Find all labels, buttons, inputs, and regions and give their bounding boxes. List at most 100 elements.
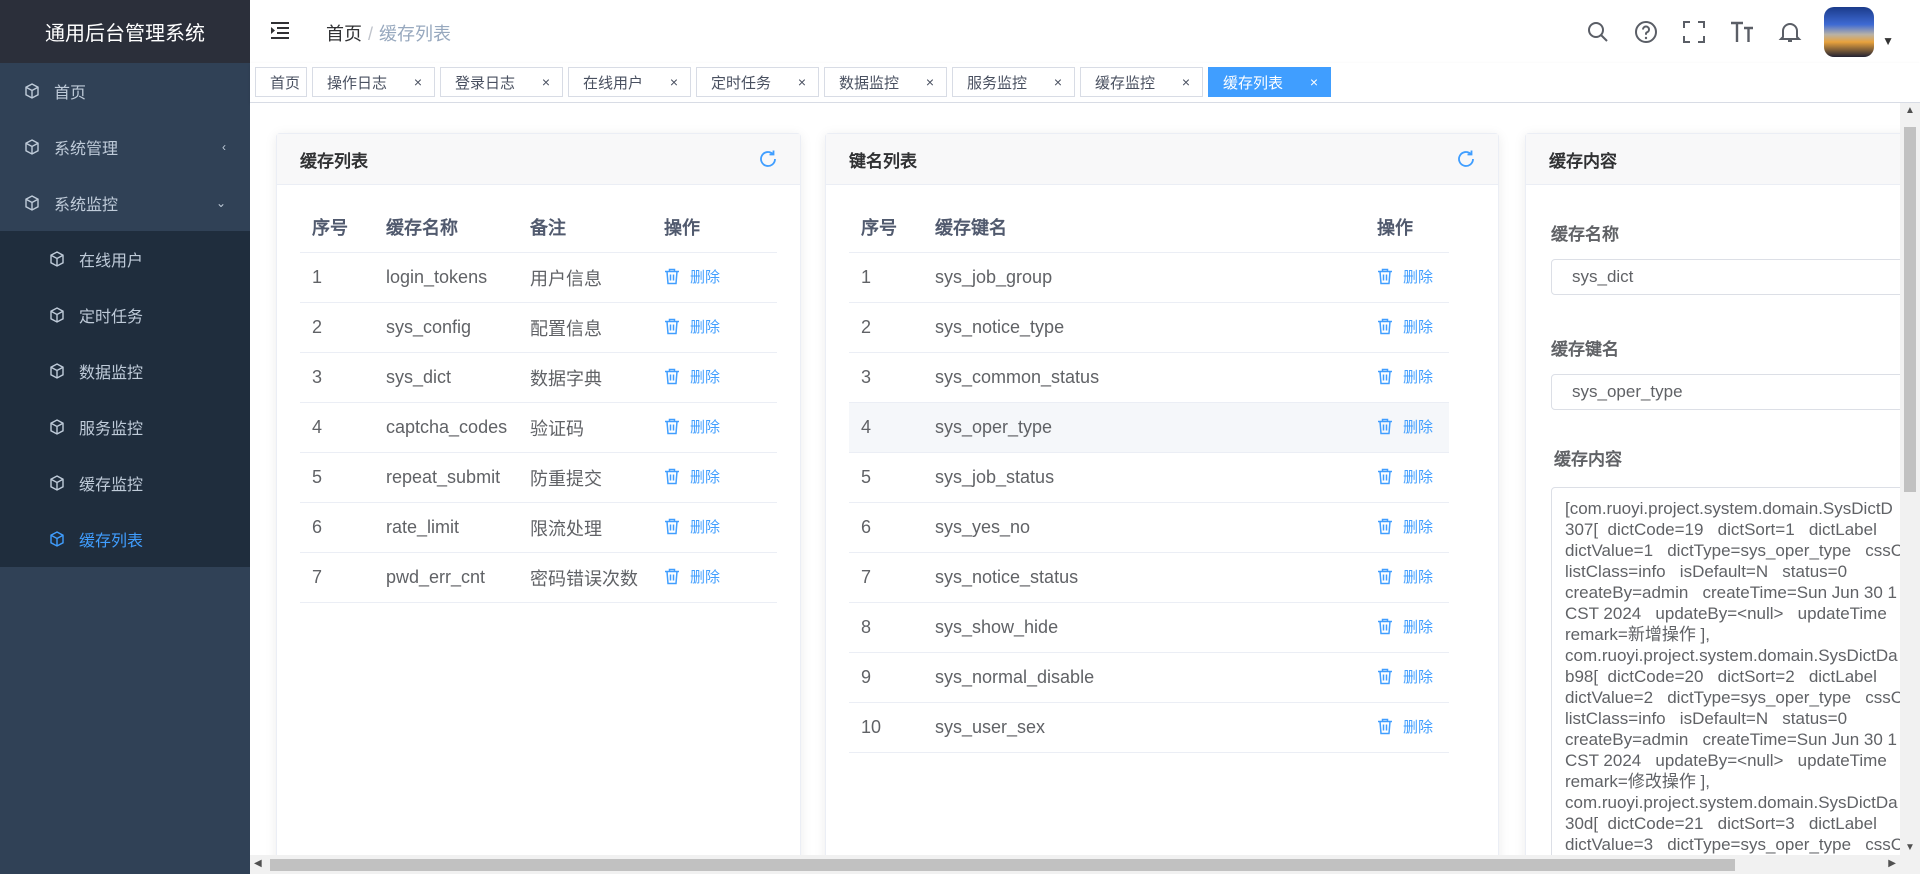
trash-icon: [1377, 668, 1398, 685]
delete-button[interactable]: 删除: [1377, 316, 1433, 337]
cache-content-textarea[interactable]: [com.ruoyi.project.system.domain.SysDict…: [1551, 487, 1900, 855]
close-icon[interactable]: ×: [1054, 74, 1062, 90]
column-header: 缓存名称: [374, 202, 518, 253]
sidebar-subitem[interactable]: 在线用户: [0, 231, 250, 287]
table-row[interactable]: 5 sys_job_status 删除: [849, 452, 1449, 503]
table-row[interactable]: 2 sys_config 配置信息 删除: [300, 302, 777, 353]
table-row[interactable]: 6 sys_yes_no 删除: [849, 502, 1449, 553]
content-line: com.ruoyi.project.system.domain.SysDictD…: [1565, 646, 1898, 665]
table-row[interactable]: 1 login_tokens 用户信息 删除: [300, 252, 777, 303]
table-row[interactable]: 3 sys_dict 数据字典 删除: [300, 352, 777, 403]
breadcrumb-home[interactable]: 首页: [326, 24, 362, 44]
sidebar-subitem-label: 缓存监控: [79, 477, 144, 494]
table-row[interactable]: 7 sys_notice_status 删除: [849, 552, 1449, 603]
sidebar-subitem[interactable]: 定时任务: [0, 287, 250, 343]
cube-icon: [49, 363, 65, 379]
scroll-right-icon[interactable]: ▶: [1888, 858, 1896, 869]
avatar[interactable]: [1824, 6, 1875, 57]
table-row[interactable]: 4 sys_oper_type 删除: [849, 402, 1449, 453]
delete-button[interactable]: 删除: [1377, 466, 1433, 487]
table-row[interactable]: 4 captcha_codes 验证码 删除: [300, 402, 777, 453]
delete-button[interactable]: 删除: [1377, 666, 1433, 687]
tab-page[interactable]: 操作日志 ×: [312, 67, 435, 97]
table-row[interactable]: 7 pwd_err_cnt 密码错误次数 删除: [300, 552, 777, 603]
table-row[interactable]: 6 rate_limit 限流处理 删除: [300, 502, 777, 553]
delete-button[interactable]: 删除: [1377, 616, 1433, 637]
sidebar-subitem[interactable]: 数据监控: [0, 343, 250, 399]
cache-name-input[interactable]: sys_dict: [1551, 259, 1900, 295]
cache-key-input[interactable]: sys_oper_type: [1551, 374, 1900, 410]
cache-remark: 防重提交: [518, 452, 652, 503]
delete-button[interactable]: 删除: [664, 516, 720, 537]
delete-button[interactable]: 删除: [664, 566, 720, 587]
delete-button[interactable]: 删除: [1377, 566, 1433, 587]
delete-button[interactable]: 删除: [664, 466, 720, 487]
fullscreen-icon[interactable]: [1670, 0, 1718, 63]
delete-button[interactable]: 删除: [1377, 366, 1433, 387]
close-icon[interactable]: ×: [542, 74, 550, 90]
chevron-down-icon[interactable]: ▼: [1882, 34, 1894, 48]
refresh-icon[interactable]: [1456, 149, 1476, 174]
search-icon[interactable]: [1574, 0, 1622, 63]
delete-button[interactable]: 删除: [1377, 516, 1433, 537]
sidebar-subitem[interactable]: 缓存列表: [0, 511, 250, 567]
delete-button[interactable]: 删除: [664, 366, 720, 387]
table-row[interactable]: 10 sys_user_sex 删除: [849, 702, 1449, 753]
help-icon[interactable]: [1622, 0, 1670, 63]
delete-button[interactable]: 删除: [1377, 716, 1433, 737]
sidebar-subitem[interactable]: 服务监控: [0, 399, 250, 455]
tab-page[interactable]: 数据监控 ×: [824, 67, 947, 97]
table-row[interactable]: 8 sys_show_hide 删除: [849, 602, 1449, 653]
tab-page[interactable]: 定时任务 ×: [696, 67, 819, 97]
table-row[interactable]: 3 sys_common_status 删除: [849, 352, 1449, 403]
refresh-icon[interactable]: [758, 149, 778, 174]
table-row[interactable]: 1 sys_job_group 删除: [849, 252, 1449, 303]
tab-page[interactable]: 登录日志 ×: [440, 67, 563, 97]
trash-icon: [664, 318, 685, 335]
close-icon[interactable]: ×: [798, 74, 806, 90]
row-number: 1: [849, 252, 923, 303]
tab-page[interactable]: 缓存监控 ×: [1080, 67, 1203, 97]
vertical-scrollbar[interactable]: ▲ ▼: [1900, 103, 1920, 855]
tab-page[interactable]: 缓存列表 ×: [1208, 67, 1331, 97]
bell-icon[interactable]: [1766, 0, 1814, 63]
close-icon[interactable]: ×: [926, 74, 934, 90]
row-number: 4: [849, 402, 923, 453]
cache-name: rate_limit: [374, 502, 518, 553]
hamburger-icon[interactable]: [270, 21, 290, 46]
content-line: dictValue=2 dictType=sys_oper_type cssC: [1565, 688, 1900, 707]
delete-button[interactable]: 删除: [664, 316, 720, 337]
delete-button[interactable]: 删除: [1377, 416, 1433, 437]
cube-icon: [49, 531, 65, 547]
close-icon[interactable]: ×: [670, 74, 678, 90]
sidebar-subitem[interactable]: 缓存监控: [0, 455, 250, 511]
table-row[interactable]: 5 repeat_submit 防重提交 删除: [300, 452, 777, 503]
tab-page[interactable]: 在线用户 ×: [568, 67, 691, 97]
font-size-icon[interactable]: [1718, 0, 1766, 63]
scroll-thumb[interactable]: [1904, 127, 1916, 492]
cache-list-card: 缓存列表 序号 缓存名称 备注 操作 1 login_tokens 用户信息 删除 2 sys_…: [276, 133, 801, 855]
delete-button[interactable]: 删除: [1377, 266, 1433, 287]
close-icon[interactable]: ×: [414, 74, 422, 90]
row-number: 6: [300, 502, 374, 553]
tab-home[interactable]: 首页: [255, 67, 307, 97]
scroll-up-icon[interactable]: ▲: [1905, 105, 1915, 116]
key-list-title: 键名列表: [849, 151, 917, 171]
cube-icon: [49, 251, 65, 267]
delete-button[interactable]: 删除: [664, 416, 720, 437]
horizontal-scrollbar[interactable]: ◀ ▶: [250, 855, 1920, 874]
scroll-thumb[interactable]: [270, 859, 1735, 871]
table-row[interactable]: 2 sys_notice_type 删除: [849, 302, 1449, 353]
delete-button[interactable]: 删除: [664, 266, 720, 287]
tab-page[interactable]: 服务监控 ×: [952, 67, 1075, 97]
table-row[interactable]: 9 sys_normal_disable 删除: [849, 652, 1449, 703]
close-icon[interactable]: ×: [1310, 74, 1318, 90]
sidebar-item[interactable]: 系统监控 ⌄: [0, 175, 250, 231]
scroll-down-icon[interactable]: ▼: [1905, 842, 1915, 853]
close-icon[interactable]: ×: [1182, 74, 1190, 90]
scroll-left-icon[interactable]: ◀: [254, 858, 262, 869]
cache-remark: 数据字典: [518, 352, 652, 403]
sidebar-item[interactable]: 首页: [0, 63, 250, 119]
submenu: 在线用户 定时任务 数据监控 服务监控缓存监控缓存列表: [0, 231, 250, 567]
sidebar-item[interactable]: 系统管理 ‹: [0, 119, 250, 175]
